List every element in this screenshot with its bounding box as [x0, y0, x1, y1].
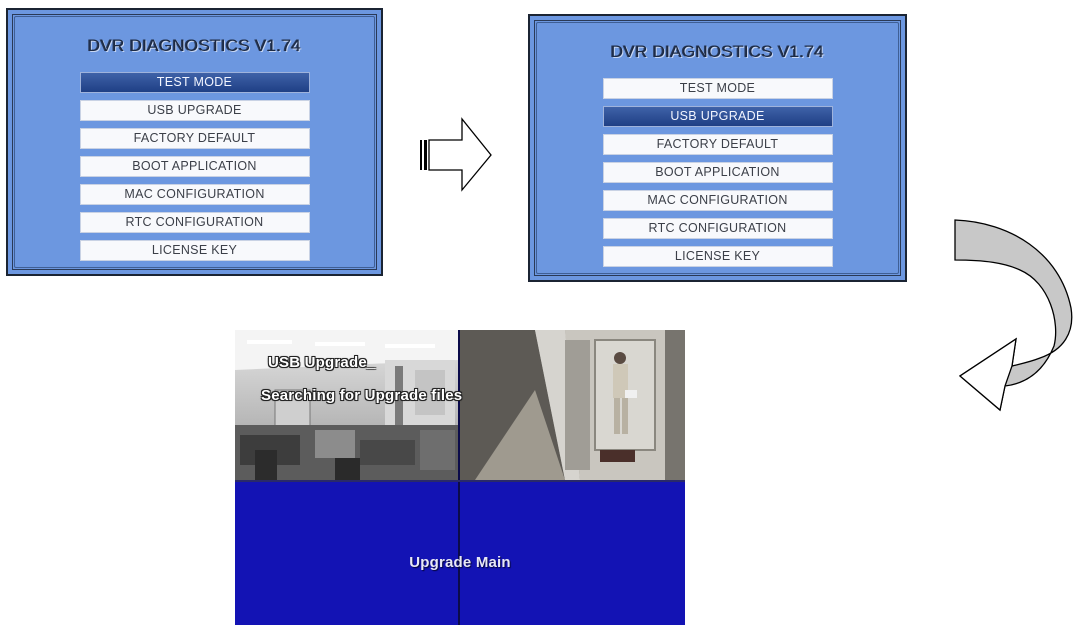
menu-item-test-mode[interactable]: TEST MODE: [79, 72, 310, 93]
screen-title: DVR DIAGNOSTICS V1.74: [610, 42, 825, 61]
menu-item-boot-application[interactable]: BOOT APPLICATION: [79, 156, 310, 177]
menu-item-rtc-configuration[interactable]: RTC CONFIGURATION: [602, 218, 833, 239]
upgrade-main-label: Upgrade Main: [409, 554, 511, 571]
menu-item-license-key[interactable]: LICENSE KEY: [79, 240, 310, 261]
menu-item-usb-upgrade[interactable]: USB UPGRADE: [602, 106, 833, 127]
camera-feeds: [235, 330, 685, 625]
menu-item-mac-configuration[interactable]: MAC CONFIGURATION: [79, 184, 310, 205]
menu-item-boot-application[interactable]: BOOT APPLICATION: [602, 162, 833, 183]
camera-feed-lobby: [460, 330, 685, 480]
dvr-diagnostics-screen-right: DVR DIAGNOSTICS V1.74 TEST MODE USB UPGR…: [528, 14, 907, 282]
menu-item-test-mode[interactable]: TEST MODE: [602, 78, 833, 99]
diagnostics-menu: TEST MODE USB UPGRADE FACTORY DEFAULT BO…: [8, 72, 381, 268]
menu-item-license-key[interactable]: LICENSE KEY: [602, 246, 833, 267]
menu-item-mac-configuration[interactable]: MAC CONFIGURATION: [602, 190, 833, 211]
curved-down-left-arrow-icon: [954, 219, 1073, 412]
dvr-live-view-screen: USB Upgrade_ Searching for Upgrade files…: [235, 330, 685, 625]
menu-item-factory-default[interactable]: FACTORY DEFAULT: [602, 134, 833, 155]
menu-item-factory-default[interactable]: FACTORY DEFAULT: [79, 128, 310, 149]
camera-feed-office: [235, 330, 458, 480]
osd-searching-status: Searching for Upgrade files: [261, 387, 463, 404]
osd-usb-upgrade-title: USB Upgrade_: [268, 354, 376, 371]
diagnostics-menu: TEST MODE USB UPGRADE FACTORY DEFAULT BO…: [530, 78, 905, 274]
menu-item-rtc-configuration[interactable]: RTC CONFIGURATION: [79, 212, 310, 233]
dvr-diagnostics-screen-left: DVR DIAGNOSTICS V1.74 TEST MODE USB UPGR…: [6, 8, 383, 276]
hollow-right-arrow-icon: [420, 117, 492, 192]
menu-item-usb-upgrade[interactable]: USB UPGRADE: [79, 100, 310, 121]
screen-title: DVR DIAGNOSTICS V1.74: [87, 36, 302, 55]
